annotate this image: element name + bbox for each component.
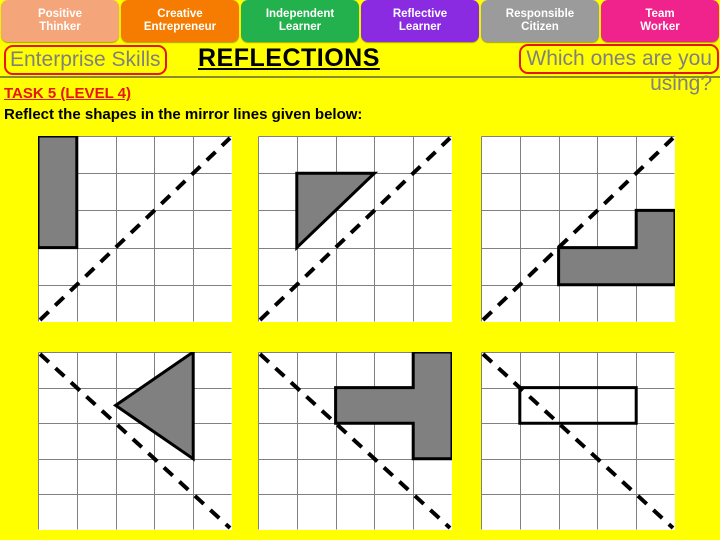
tab-label-line2: Worker	[640, 21, 680, 33]
enterprise-skills-label: Enterprise Skills	[4, 45, 167, 75]
shape-t-shape	[334, 352, 452, 461]
tab-label-line2: Thinker	[39, 21, 81, 33]
question-line-1: Which ones are you	[526, 47, 712, 70]
page-title: REFLECTIONS	[198, 44, 380, 72]
tab-responsible-citizen[interactable]: Responsible Citizen	[481, 0, 599, 42]
task-instruction: Reflect the shapes in the mirror lines g…	[4, 106, 363, 123]
tab-reflective-learner[interactable]: Reflective Learner	[361, 0, 479, 42]
tab-creative-entrepreneur[interactable]: Creative Entrepreneur	[121, 0, 239, 42]
question-prompt-box: Which ones are you	[519, 44, 719, 74]
grid-1[interactable]	[38, 136, 232, 322]
tab-label-line1: Reflective	[392, 7, 448, 20]
task-label: TASK 5 (LEVEL 4)	[4, 85, 131, 102]
title-divider	[0, 76, 720, 78]
grid-5[interactable]	[258, 352, 452, 530]
tab-positive-thinker[interactable]: Positive Thinker	[1, 0, 119, 42]
shape-rectangle	[38, 136, 79, 250]
shape-l-shape	[557, 208, 675, 287]
grid-3[interactable]	[481, 136, 675, 322]
mirror-line	[481, 352, 675, 530]
enterprise-skills-text: Enterprise Skills	[10, 48, 161, 71]
tab-label-line2: Citizen	[521, 21, 559, 33]
mirror-line	[38, 352, 232, 530]
tab-label-line2: Learner	[278, 21, 322, 33]
mirror-line	[258, 136, 452, 322]
skills-tab-bar: Positive Thinker Creative Entrepreneur Indep…	[0, 0, 720, 42]
tab-label-line2: Entrepreneur	[143, 21, 217, 33]
tab-label-line1: Responsible	[505, 7, 575, 20]
grid-4[interactable]	[38, 352, 232, 530]
tab-label-line1: Creative	[157, 7, 203, 20]
grid-2[interactable]	[258, 136, 452, 322]
tab-independent-learner[interactable]: Independent Learner	[241, 0, 359, 42]
tab-label-line1: Positive	[37, 7, 83, 20]
grid-6[interactable]	[481, 352, 675, 530]
tab-label-line2: Learner	[398, 21, 442, 33]
title-band: Enterprise Skills REFLECTIONS Which ones…	[0, 42, 720, 95]
tab-label-line1: Independent	[265, 7, 335, 20]
tab-team-worker[interactable]: Team Worker	[601, 0, 719, 42]
tab-label-line1: Team	[645, 7, 675, 20]
